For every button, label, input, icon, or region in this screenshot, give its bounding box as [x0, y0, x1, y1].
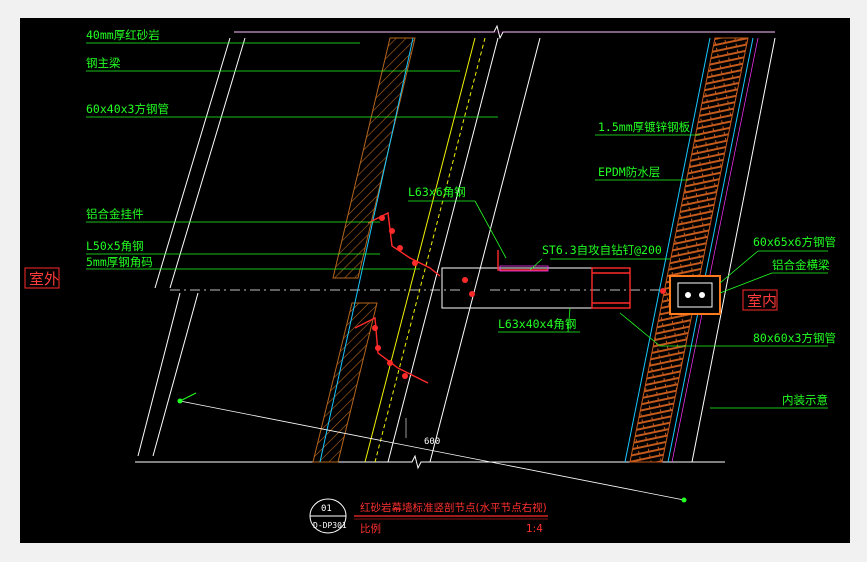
annotation-layer: 40mm厚红砂岩 钢主梁 60x40x3方钢管 铝合金挂件 L50x5角钢 5m… — [24, 28, 836, 535]
zone-interior-label: 室内 — [747, 292, 777, 310]
label-angle-l50: L50x5角钢 — [86, 239, 144, 253]
drawing-canvas: 600 40mm厚红砂岩 钢主梁 60x40x3方钢管 铝合金挂件 L50x5角… — [20, 18, 850, 543]
label-aluminum-hanger: 铝合金挂件 — [86, 207, 144, 221]
label-stone-panel: 40mm厚红砂岩 — [86, 28, 160, 42]
label-aluminum-beam: 铝合金横梁 — [772, 258, 830, 272]
label-epdm-layer: EPDM防水层 — [598, 165, 660, 179]
cad-viewport: 600 40mm厚红砂岩 钢主梁 60x40x3方钢管 铝合金挂件 L50x5角… — [0, 0, 867, 562]
label-interior-note: 内装示意 — [782, 393, 828, 407]
scale-label: 比例 — [360, 522, 381, 535]
label-angle-l63x6: L63x6角钢 — [408, 185, 466, 199]
label-square-tube-60x40: 60x40x3方钢管 — [86, 102, 169, 116]
label-angle-code-5mm: 5mm厚钢角码 — [86, 255, 153, 269]
label-tube-60x65: 60x65x6方钢管 — [753, 235, 836, 249]
label-main-beam: 钢主梁 — [86, 56, 121, 70]
zone-exterior-label: 室外 — [29, 270, 59, 288]
scale-value: 1:4 — [526, 523, 543, 535]
label-angle-l63x40: L63x40x4角钢 — [498, 317, 576, 331]
title-sheet: D-DP301 — [313, 521, 347, 530]
label-screw-st63: ST6.3自攻自钻钉@200 — [542, 243, 662, 257]
label-galvanized-plate: 1.5mm厚镀锌钢板 — [598, 120, 691, 134]
label-tube-80x60: 80x60x3方钢管 — [753, 331, 836, 345]
title-number: 01 — [321, 504, 332, 514]
title-text: 红砂岩幕墙标准竖剖节点(水平节点右视) — [360, 501, 547, 514]
